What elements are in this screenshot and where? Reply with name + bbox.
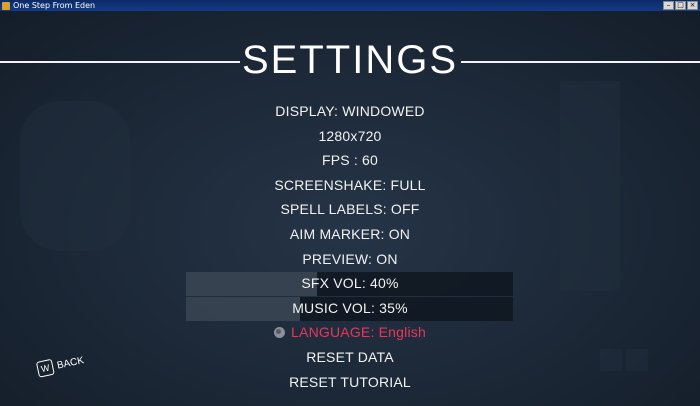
maximize-button[interactable]: □ (675, 1, 686, 10)
language-option[interactable]: LANGUAGE: English (0, 320, 700, 345)
sfx-volume-option[interactable]: SFX VOL: 40% (0, 271, 700, 296)
language-label: LANGUAGE: English (291, 324, 426, 341)
close-button[interactable]: × (687, 1, 698, 10)
globe-icon (274, 327, 286, 339)
aim-marker-option[interactable]: AIM MARKER: ON (0, 222, 700, 247)
w-key-icon: W (35, 358, 55, 378)
minimize-button[interactable]: – (663, 1, 674, 10)
display-mode-option[interactable]: DISPLAY: WINDOWED (0, 99, 700, 124)
resolution-option[interactable]: 1280x720 (0, 124, 700, 149)
window-titlebar[interactable]: One Step From Eden – □ × (0, 0, 700, 11)
app-icon (2, 1, 10, 10)
settings-screen: SETTINGS DISPLAY: WINDOWED 1280x720 FPS … (0, 11, 700, 406)
window-title: One Step From Eden (13, 1, 96, 10)
title-rule-right (461, 61, 700, 63)
screenshake-option[interactable]: SCREENSHAKE: FULL (0, 173, 700, 198)
music-volume-option[interactable]: MUSIC VOL: 35% (0, 296, 700, 321)
settings-menu: DISPLAY: WINDOWED 1280x720 FPS : 60 SCRE… (0, 99, 700, 394)
back-label: BACK (55, 354, 85, 372)
game-window: One Step From Eden – □ × SETTINGS DISPLA… (0, 0, 700, 406)
preview-option[interactable]: PREVIEW: ON (0, 247, 700, 272)
spell-labels-option[interactable]: SPELL LABELS: OFF (0, 197, 700, 222)
reset-tutorial-option[interactable]: RESET TUTORIAL (0, 370, 700, 395)
fps-option[interactable]: FPS : 60 (0, 148, 700, 173)
reset-data-option[interactable]: RESET DATA (0, 345, 700, 370)
